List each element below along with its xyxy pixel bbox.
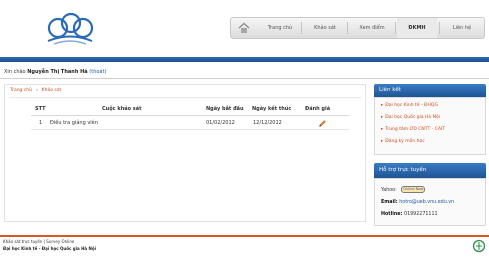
- nav-contact[interactable]: Liên hệ: [442, 18, 482, 38]
- table-row-divider: [31, 129, 349, 130]
- greeting-label: Xin chào: [4, 69, 26, 75]
- footer-divider: [0, 235, 489, 237]
- links-box: Đại học Kinh tế - ĐHQG Đại học Quốc gia …: [374, 97, 486, 155]
- survey-panel: Trang chủ » Khảo sát STT Cuộc khảo sát N…: [4, 84, 366, 222]
- footer-line-2: Đại học Kinh tế - Đại học Quốc gia Hà Nộ…: [3, 246, 96, 251]
- nav-scores[interactable]: Xem điểm: [351, 18, 393, 38]
- link-vnu[interactable]: Đại học Quốc gia Hà Nội: [381, 115, 440, 120]
- yahoo-online-button[interactable]: Online Now: [401, 186, 426, 193]
- logo-mark[interactable]: [44, 10, 96, 48]
- header-stripe: [0, 57, 489, 62]
- column-header-stt: STT: [35, 106, 46, 112]
- table-cell-stt: 1: [39, 120, 43, 126]
- email-label: Email:: [381, 200, 398, 205]
- nav-divider: [395, 22, 396, 34]
- top-navigation: Trang chủ Khảo sát Xem điểm ĐKMH Liên hệ: [230, 17, 485, 39]
- support-box: Yahoo: Online Now Email: hotro@ueb.vnu.e…: [374, 178, 486, 226]
- divider: [9, 97, 361, 98]
- table-cell-end-date: 12/12/2012: [253, 120, 282, 126]
- divider: [0, 78, 489, 79]
- university-logo: [472, 239, 486, 253]
- links-title: Liên kết: [374, 84, 486, 97]
- nav-divider: [439, 22, 440, 34]
- yahoo-label: Yahoo:: [381, 188, 397, 193]
- support-title: Hỗ trợ trực tuyến: [374, 163, 486, 178]
- column-header-start-date: Ngày bắt đầu: [206, 106, 244, 112]
- user-name: Nguyễn Thị Thanh Hà: [27, 69, 88, 75]
- edit-pencil-icon[interactable]: [318, 119, 327, 128]
- footer-line-1: Khảo sát trực tuyến | Survey Online: [3, 239, 75, 244]
- yahoo-row: Yahoo: Online Now: [381, 186, 426, 193]
- email-row: Email: hotro@ueb.vnu.edu.vn: [381, 200, 454, 205]
- hotline-number: 01992271111: [404, 212, 438, 217]
- home-icon[interactable]: [237, 21, 251, 35]
- link-ueb[interactable]: Đại học Kinh tế - ĐHQG: [381, 103, 438, 108]
- column-header-end-date: Ngày kết thúc: [252, 106, 292, 112]
- link-cait[interactable]: Trung tâm ỨD CNTT - CAIT: [381, 127, 445, 132]
- email-link[interactable]: hotro@ueb.vnu.edu.vn: [399, 200, 454, 205]
- logout-link[interactable]: (thoát): [89, 69, 106, 75]
- link-course-registration[interactable]: Đăng ký môn học: [381, 139, 424, 144]
- table-cell-start-date: 01/02/2012: [206, 120, 235, 126]
- column-header-rating: Đánh giá: [305, 106, 331, 112]
- nav-divider: [301, 22, 302, 34]
- nav-home[interactable]: Trang chủ: [261, 18, 299, 38]
- breadcrumb-home[interactable]: Trang chủ: [10, 88, 32, 93]
- table-header-divider: [31, 115, 349, 116]
- header: Trang chủ Khảo sát Xem điểm ĐKMH Liên hệ: [0, 0, 489, 56]
- user-greeting: Xin chào Nguyễn Thị Thanh Hà (thoát): [4, 69, 106, 75]
- table-cell-survey[interactable]: Điều tra giảng viên: [50, 120, 98, 126]
- nav-survey[interactable]: Khảo sát: [305, 18, 345, 38]
- hotline-row: Hotline: 01992271111: [381, 212, 438, 217]
- nav-course-registration[interactable]: ĐKMH: [397, 18, 437, 38]
- breadcrumb-current: Khảo sát: [41, 88, 62, 93]
- breadcrumb-separator: »: [35, 88, 39, 93]
- page: Trang chủ Khảo sát Xem điểm ĐKMH Liên hệ…: [0, 0, 489, 257]
- nav-divider: [347, 22, 348, 34]
- hotline-label: Hotline:: [381, 212, 403, 217]
- column-header-survey: Cuộc khảo sát: [102, 106, 142, 112]
- breadcrumb: Trang chủ » Khảo sát: [10, 88, 61, 93]
